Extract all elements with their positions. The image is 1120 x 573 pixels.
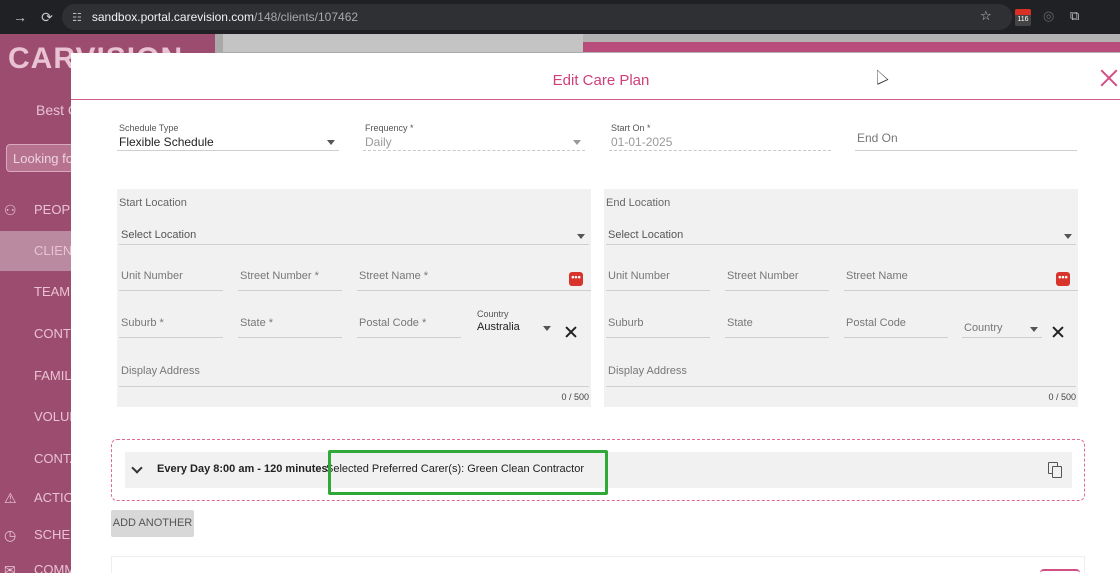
end-state-field[interactable]: State [725, 314, 829, 338]
start-address-counter: 0 / 500 [561, 392, 589, 402]
edit-care-plan-modal: Edit Care Plan Schedule Type Flexible Sc… [71, 53, 1120, 573]
bottom-accent [1040, 569, 1080, 573]
forward-icon[interactable]: → [8, 5, 32, 29]
chevron-down-icon [543, 326, 551, 331]
schedule-type-select[interactable]: Schedule Type Flexible Schedule [117, 123, 339, 151]
bookmark-star-icon[interactable]: ☆ [980, 8, 992, 24]
copy-icon[interactable] [1048, 462, 1062, 478]
clear-country-icon[interactable] [1052, 326, 1064, 338]
clock-icon: ◷ [4, 527, 17, 543]
highlight-box [328, 450, 608, 495]
end-address-counter: 0 / 500 [1048, 392, 1076, 402]
start-display-address-field[interactable]: Display Address [119, 361, 589, 387]
end-unit-number-field[interactable]: Unit Number [606, 267, 710, 291]
start-state-field[interactable]: State * [238, 314, 342, 338]
start-street-number-field[interactable]: Street Number * [238, 267, 342, 291]
modal-title: Edit Care Plan [552, 72, 650, 89]
bottom-card [111, 556, 1085, 573]
chevron-down-icon [577, 234, 585, 239]
start-country-select[interactable]: Country Australia [475, 307, 555, 337]
end-street-name-field[interactable]: Street Name [844, 267, 1078, 291]
close-icon[interactable] [1098, 67, 1120, 89]
chevron-down-icon [1064, 234, 1072, 239]
end-suburb-field[interactable]: Suburb [606, 314, 710, 338]
end-street-number-field[interactable]: Street Number [725, 267, 829, 291]
start-location-select[interactable]: Select Location [119, 227, 589, 245]
chevron-down-icon [327, 140, 335, 145]
add-another-button[interactable]: ADD ANOTHER [111, 510, 194, 537]
start-postal-code-field[interactable]: Postal Code * [357, 314, 461, 338]
people-icon: ⚇ [4, 202, 17, 218]
schedule-entry-container: Every Day 8:00 am - 120 minutes Selected… [111, 439, 1085, 501]
chevron-down-icon [573, 140, 581, 145]
end-location-select[interactable]: Select Location [606, 227, 1076, 245]
chevron-down-icon[interactable] [131, 462, 143, 474]
more-options-icon[interactable]: ••• [569, 272, 583, 286]
warning-icon: ⚠ [4, 490, 17, 506]
schedule-summary: Every Day 8:00 am - 120 minutes [157, 463, 328, 475]
browser-toolbar: → ⟳ ☷ sandbox.portal.carevision.com/148/… [0, 0, 1120, 34]
modal-header: Edit Care Plan [71, 53, 1120, 100]
extension-icon[interactable]: ◎ [1043, 8, 1054, 24]
site-settings-icon[interactable]: ☷ [72, 11, 82, 24]
more-options-icon[interactable]: ••• [1056, 272, 1070, 286]
calendar-badge: 116 [1017, 16, 1029, 23]
start-location-title: Start Location [119, 197, 187, 209]
chevron-down-icon [1030, 327, 1038, 332]
end-location-panel: End Location Select Location Unit Number… [604, 189, 1078, 407]
frequency-select: Frequency * Daily [363, 123, 585, 151]
start-unit-number-field[interactable]: Unit Number [119, 267, 223, 291]
end-display-address-field[interactable]: Display Address [606, 361, 1076, 387]
calendar-extension-icon[interactable]: 116 [1015, 9, 1031, 26]
clear-country-icon[interactable] [565, 326, 577, 338]
start-on-date-field: Start On * 01-01-2025 [609, 123, 831, 151]
start-suburb-field[interactable]: Suburb * [119, 314, 223, 338]
address-bar[interactable]: ☷ sandbox.portal.carevision.com/148/clie… [62, 4, 1012, 30]
reload-icon[interactable]: ⟳ [35, 5, 59, 29]
schedule-entry-row[interactable]: Every Day 8:00 am - 120 minutes Selected… [125, 450, 1072, 495]
end-location-title: End Location [606, 197, 671, 209]
start-street-name-field[interactable]: Street Name * [357, 267, 591, 291]
chat-icon: ✉ [4, 562, 16, 573]
end-postal-code-field[interactable]: Postal Code [844, 314, 948, 338]
url-path: /148/clients/107462 [253, 10, 359, 24]
start-location-panel: Start Location Select Location Unit Numb… [117, 189, 591, 407]
end-country-select[interactable]: Country [962, 314, 1042, 338]
extensions-puzzle-icon[interactable]: ⧉ [1070, 8, 1079, 24]
end-on-date-field[interactable]: End On [855, 123, 1077, 151]
url-domain: sandbox.portal.carevision.com [91, 10, 254, 24]
